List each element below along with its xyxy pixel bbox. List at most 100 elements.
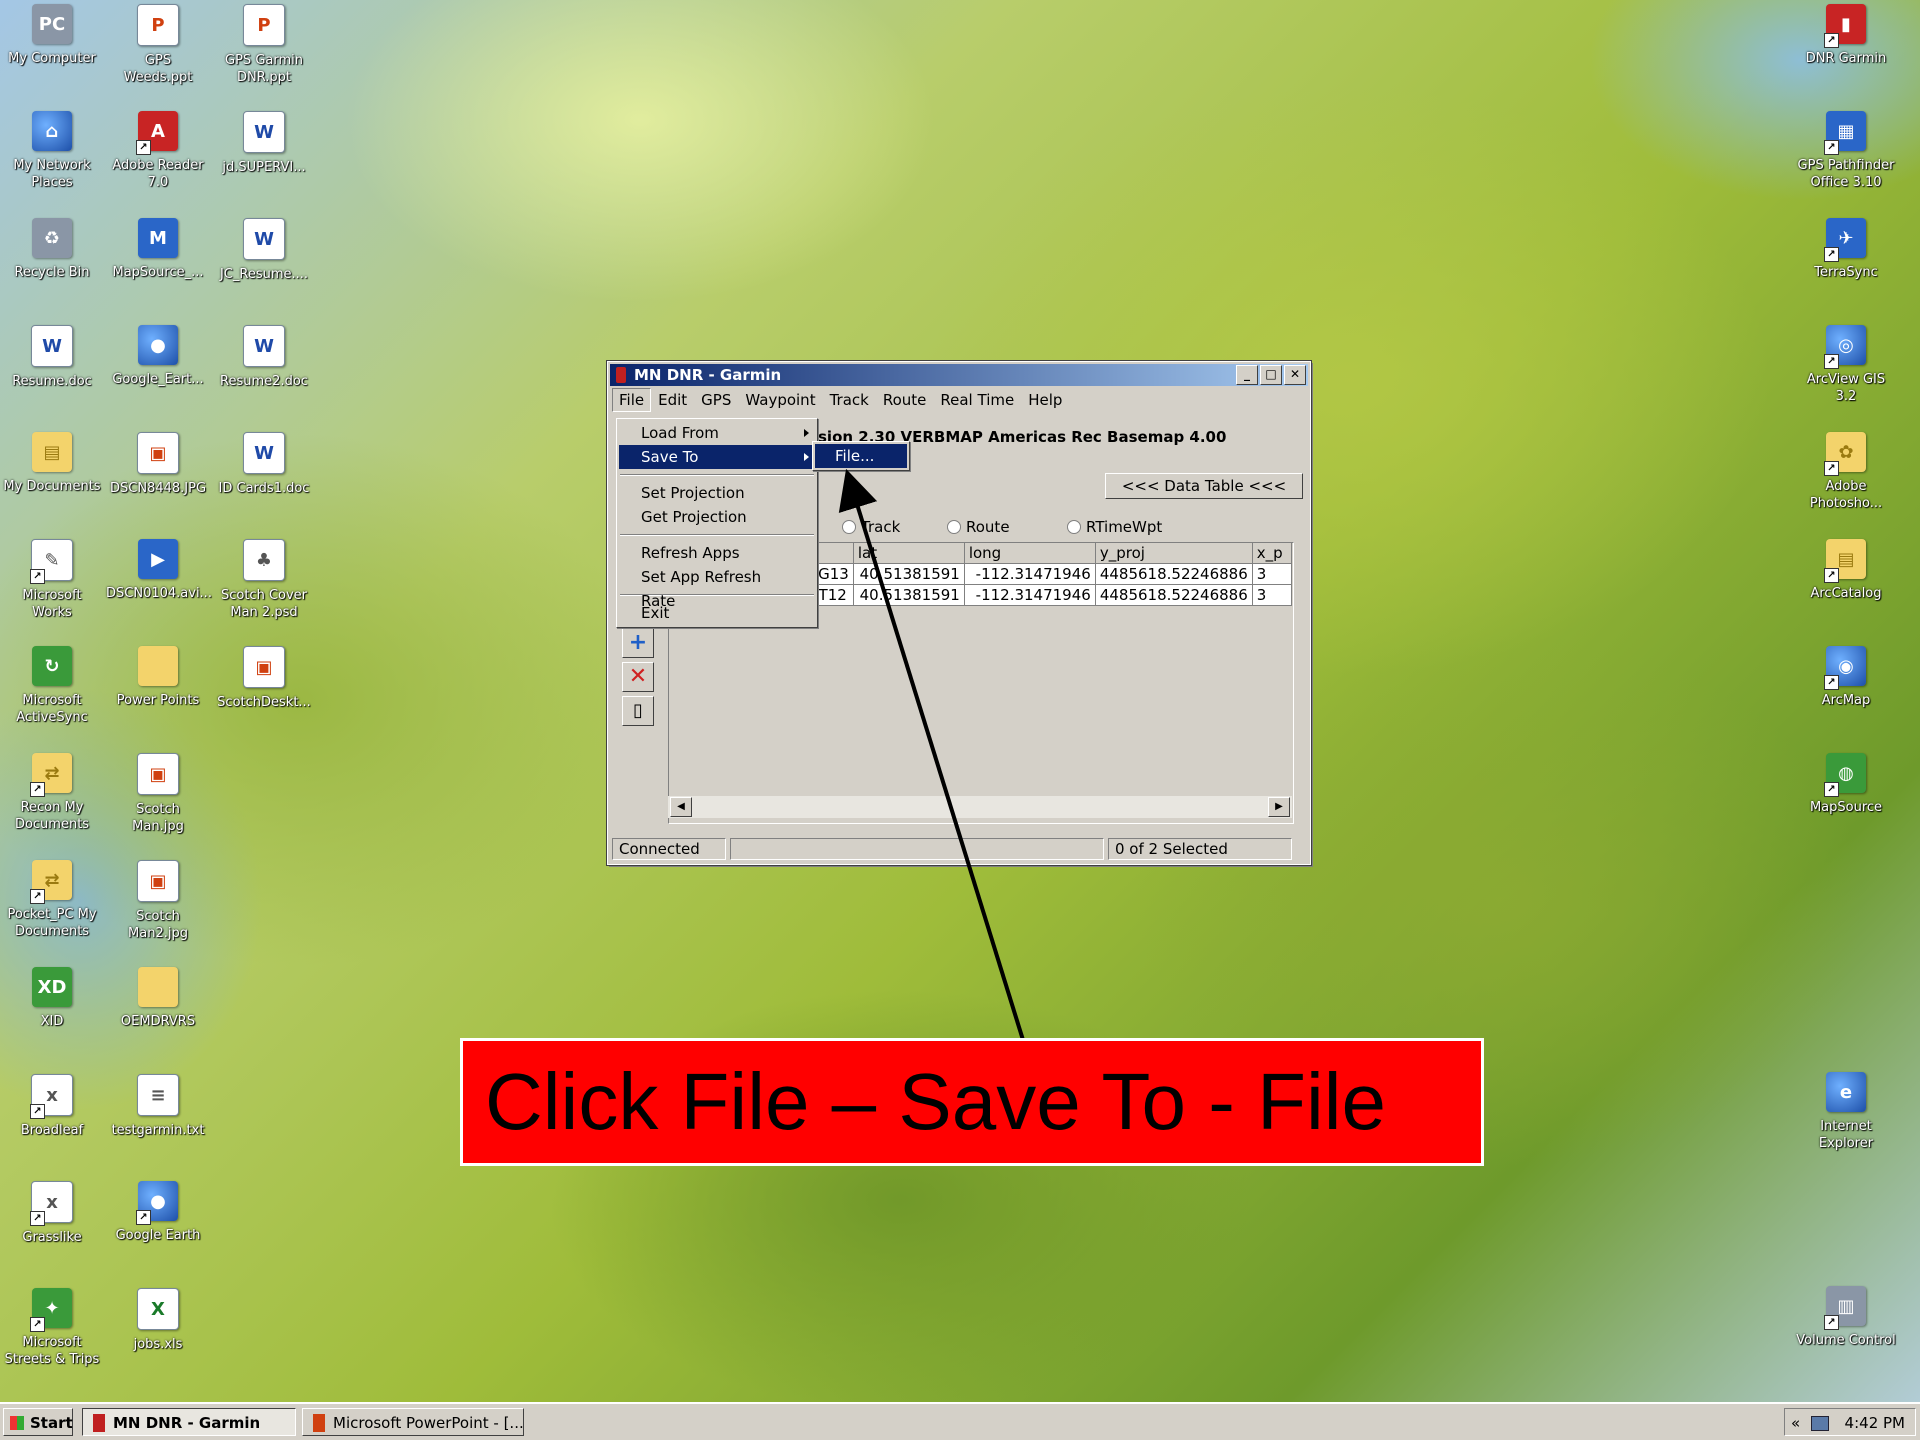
menu-file[interactable]: File — [612, 388, 652, 412]
network-places-icon: ⌂ — [32, 111, 72, 151]
menu-item-exit[interactable]: Exit — [619, 601, 815, 625]
desktop-icon[interactable]: ▤ My Documents — [0, 432, 104, 495]
menu-item-save-to[interactable]: Save To — [619, 445, 815, 469]
menu-help[interactable]: Help — [1021, 388, 1069, 412]
menu-edit[interactable]: Edit — [651, 388, 694, 412]
desktop-icon[interactable]: ✦Microsoft Streets & Trips — [0, 1288, 104, 1368]
desktop-icon[interactable]: ▤ ArcCatalog — [1794, 539, 1898, 602]
menu-route[interactable]: Route — [876, 388, 934, 412]
desktop-icon[interactable]: ▣ Scotch Man.jpg — [106, 753, 210, 835]
menu-item-set-projection[interactable]: Set Projection — [619, 481, 815, 505]
menu-waypoint[interactable]: Waypoint — [738, 388, 822, 412]
desktop-icon[interactable]: W Resume2.doc — [212, 325, 316, 390]
desktop-icon[interactable]: AAdobe Reader 7.0 — [106, 111, 210, 191]
taskbar-button-mn-dnr-garmin[interactable]: MN DNR - Garmin — [82, 1408, 296, 1436]
maximize-button[interactable]: □ — [1260, 365, 1282, 385]
desktop-icon[interactable]: ✎ Microsoft Works — [0, 539, 104, 621]
column-header[interactable]: x_p — [1252, 543, 1292, 564]
desktop-icon[interactable]: ♻ Recycle Bin — [0, 218, 104, 281]
desktop-icon[interactable]: ≡ testgarmin.txt — [106, 1074, 210, 1139]
radio-circle[interactable] — [947, 520, 961, 534]
desktop-icon[interactable]: ▣ Scotch Man2.jpg — [106, 860, 210, 942]
tray-expand-button[interactable]: « — [1791, 1409, 1800, 1437]
desktop-icon[interactable]: ● Google_Eart... — [106, 325, 210, 388]
desktop-icon[interactable]: x Grasslike — [0, 1181, 104, 1246]
menu-track[interactable]: Track — [823, 388, 876, 412]
radio-circle[interactable] — [1067, 520, 1081, 534]
desktop-icon[interactable]: P GPS Garmin DNR.ppt — [212, 4, 316, 86]
radio-rtimewpt[interactable]: RTimeWpt — [1067, 518, 1162, 536]
window-titlebar[interactable]: MN DNR - Garmin _ □ ✕ — [610, 364, 1308, 386]
desktop-icon[interactable]: ◎ArcView GIS 3.2 — [1794, 325, 1898, 405]
desktop-icon[interactable]: ▣ ScotchDeskt... — [212, 646, 316, 711]
desktop-icon[interactable]: ▶ DSCN0104.avi... — [106, 539, 212, 602]
desktop-icon[interactable]: ◍ MapSource — [1794, 753, 1898, 816]
text-file-icon: ≡ — [137, 1074, 179, 1116]
volume-control-icon: ▥ — [1824, 1286, 1866, 1330]
radio-circle[interactable] — [842, 520, 856, 534]
desktop-icon-label: ID Cards1.doc — [218, 481, 310, 496]
menu-real-time[interactable]: Real Time — [933, 388, 1021, 412]
scroll-left-icon[interactable]: ◀ — [670, 797, 692, 817]
folder-icon — [138, 967, 178, 1007]
desktop-icon[interactable]: ◉ ArcMap — [1794, 646, 1898, 709]
desktop-icon[interactable]: OEMDRVRS — [106, 967, 210, 1030]
submenu-item-file[interactable]: File... — [815, 444, 907, 468]
desktop-icon[interactable]: PC My Computer — [0, 4, 104, 67]
desktop-icon[interactable]: ⇄Recon My Documents — [0, 753, 104, 833]
save-to-submenu: File... — [812, 441, 910, 471]
menu-item-load-from[interactable]: Load From — [619, 421, 815, 445]
desktop-icon-label: MapSource — [1809, 800, 1883, 815]
desktop-icon-label: Adobe Reader 7.0 — [112, 158, 204, 190]
start-button[interactable]: Start — [3, 1408, 73, 1436]
column-header[interactable]: lat — [853, 543, 965, 564]
desktop-icon[interactable]: M MapSource_... — [106, 218, 210, 281]
desktop-icon[interactable]: ⌂ My Network Places — [0, 111, 104, 191]
taskbar-button-powerpoint[interactable]: Microsoft PowerPoint - [... — [302, 1408, 524, 1436]
desktop-icon[interactable]: ⇄Pocket_PC My Documents — [0, 860, 104, 940]
menu-item-set-app-refresh-rate[interactable]: Set App Refresh Rate — [619, 565, 815, 610]
desktop-icon[interactable]: Xjobs.xls — [106, 1288, 210, 1353]
menu-gps[interactable]: GPS — [694, 388, 738, 412]
adobe-reader-icon: A — [136, 111, 178, 155]
desktop-icon[interactable]: x Broadleaf — [0, 1074, 104, 1139]
desktop-icon[interactable]: ♣ Scotch Cover Man 2.psd — [212, 539, 316, 621]
tool-column: + ✕ ▯ — [622, 628, 654, 730]
desktop-icon[interactable]: Wjd.SUPERVI... — [212, 111, 316, 176]
clock[interactable]: 4:42 PM — [1845, 1409, 1905, 1437]
desktop-icon-label: Scotch Man2.jpg — [128, 909, 188, 941]
horizontal-scrollbar[interactable]: ◀ ▶ — [668, 796, 1292, 818]
scroll-right-icon[interactable]: ▶ — [1268, 797, 1290, 817]
desktop-icon[interactable]: ▮ DNR Garmin — [1794, 4, 1898, 67]
radio-track[interactable]: Track — [842, 518, 947, 536]
delete-icon[interactable]: ✕ — [622, 662, 654, 692]
column-header[interactable]: y_proj — [1095, 543, 1253, 564]
desktop-icon[interactable]: ▣ DSCN8448.JPG — [106, 432, 210, 497]
desktop-icon[interactable]: W ID Cards1.doc — [212, 432, 316, 497]
desktop-icon[interactable]: ▦GPS Pathfinder Office 3.10 — [1794, 111, 1898, 191]
menu-item-get-projection[interactable]: Get Projection — [619, 505, 815, 529]
desktop-icon[interactable]: XD XID — [0, 967, 104, 1030]
desktop-icon[interactable]: W Resume.doc — [0, 325, 104, 390]
network-tray-icon[interactable] — [1811, 1416, 1829, 1431]
add-icon[interactable]: + — [622, 628, 654, 658]
desktop-icon-label: Google_Eart... — [112, 372, 204, 387]
desktop-icon[interactable]: Power Points — [106, 646, 210, 709]
desktop-icon[interactable]: e Internet Explorer — [1794, 1072, 1898, 1152]
desktop-icon[interactable]: ● Google Earth — [106, 1181, 210, 1244]
data-table-button[interactable]: <<< Data Table <<< — [1105, 473, 1303, 499]
desktop-icon-label: Broadleaf — [20, 1123, 84, 1138]
menu-item-refresh-apps[interactable]: Refresh Apps — [619, 541, 815, 565]
column-header[interactable]: long — [964, 543, 1096, 564]
minimize-button[interactable]: _ — [1236, 365, 1258, 385]
desktop-icon[interactable]: W JC_Resume.... — [212, 218, 316, 283]
radio-route[interactable]: Route — [947, 518, 1067, 536]
desktop-icon[interactable]: ✿Adobe Photosho... — [1794, 432, 1898, 512]
close-button[interactable]: ✕ — [1284, 365, 1306, 385]
desktop-icon-label: OEMDRVRS — [120, 1014, 196, 1029]
desktop-icon[interactable]: P GPS Weeds.ppt — [106, 4, 210, 86]
desktop-icon[interactable]: ✈ TerraSync — [1794, 218, 1898, 281]
properties-icon[interactable]: ▯ — [622, 696, 654, 726]
desktop-icon[interactable]: ▥ Volume Control — [1794, 1286, 1898, 1349]
desktop-icon[interactable]: ↻ Microsoft ActiveSync — [0, 646, 104, 726]
